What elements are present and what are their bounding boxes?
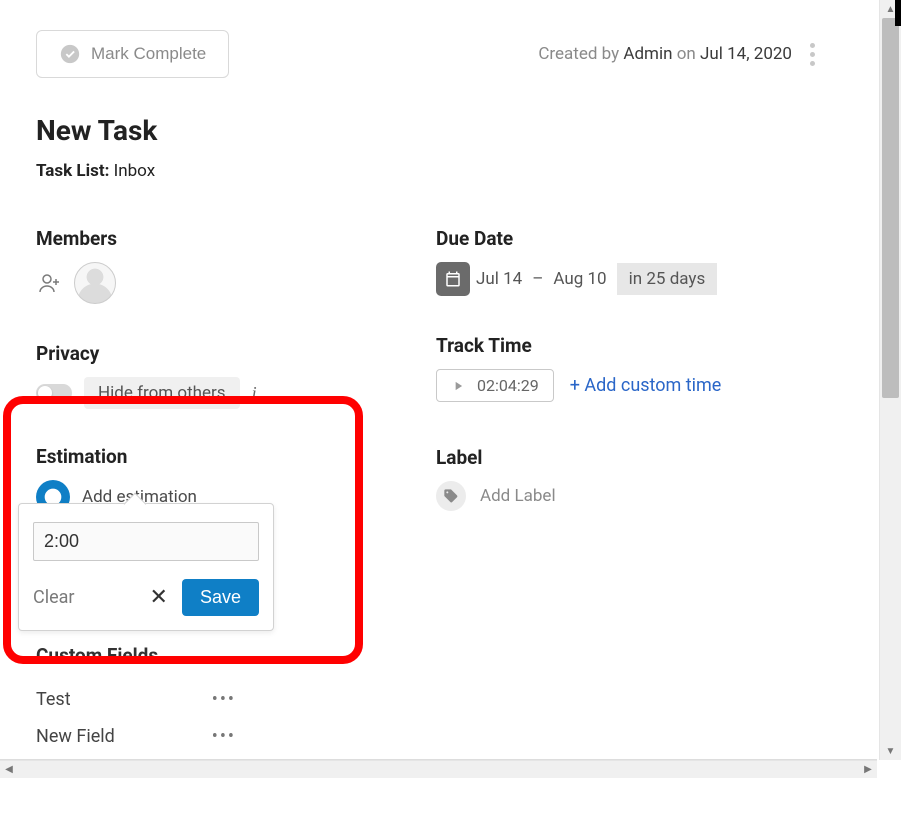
hide-from-others-chip[interactable]: Hide from others [84,377,240,409]
privacy-title: Privacy [36,342,396,365]
mark-complete-button[interactable]: Mark Complete [36,30,229,78]
track-time-box[interactable]: 02:04:29 [436,369,554,402]
due-in-days: in 25 days [617,263,718,295]
add-label-text: Add Label [480,486,556,506]
info-icon[interactable]: i [252,383,257,404]
save-button[interactable]: Save [182,579,259,616]
tag-icon [443,488,459,504]
created-by: Created by Admin on Jul 14, 2020 [538,39,819,70]
vertical-scrollbar[interactable]: ▲ ▼ [879,0,901,760]
estimation-input[interactable] [33,522,259,561]
scroll-left-arrow[interactable]: ◀ [0,761,18,778]
check-circle-icon [59,43,81,65]
scroll-thumb[interactable] [882,18,899,398]
add-member-button[interactable] [36,269,64,297]
track-time-title: Track Time [436,334,796,357]
custom-field-menu[interactable]: ••• [212,689,236,710]
due-date-range[interactable]: Jul 14 – Aug 10 in 25 days [476,263,717,295]
user-plus-icon [38,271,62,295]
add-label-button[interactable] [436,481,466,511]
play-icon [451,379,465,393]
add-custom-time-link[interactable]: + Add custom time [570,375,722,396]
calendar-icon[interactable] [436,262,470,296]
custom-field-menu[interactable]: ••• [212,726,236,747]
due-date-title: Due Date [436,227,796,250]
custom-field-row: New Field ••• [36,718,236,755]
horizontal-scrollbar[interactable]: ◀ ▶ [0,760,877,778]
task-title: New Task [36,114,819,147]
track-time-value: 02:04:29 [477,376,539,395]
close-icon[interactable]: ✕ [150,587,168,609]
window-edge [895,0,901,26]
scroll-down-arrow[interactable]: ▼ [880,742,901,760]
custom-field-name: Test [36,689,71,710]
custom-field-row: Test ••• [36,681,236,718]
label-title: Label [436,446,796,469]
scroll-track[interactable] [880,18,901,742]
scroll-right-arrow[interactable]: ▶ [859,761,877,778]
custom-fields-title: Custom Fields [36,644,396,667]
estimation-title: Estimation [36,445,396,468]
avatar[interactable] [74,262,116,304]
scroll-track[interactable] [18,761,859,778]
more-menu-button[interactable] [806,39,819,70]
privacy-toggle[interactable] [36,384,72,402]
members-title: Members [36,227,396,250]
estimation-popover: Clear ✕ Save [18,503,274,631]
clear-button[interactable]: Clear [33,587,75,608]
mark-complete-label: Mark Complete [91,44,206,64]
custom-field-name: New Field [36,726,115,747]
task-list-line: Task List: Inbox [36,161,819,181]
